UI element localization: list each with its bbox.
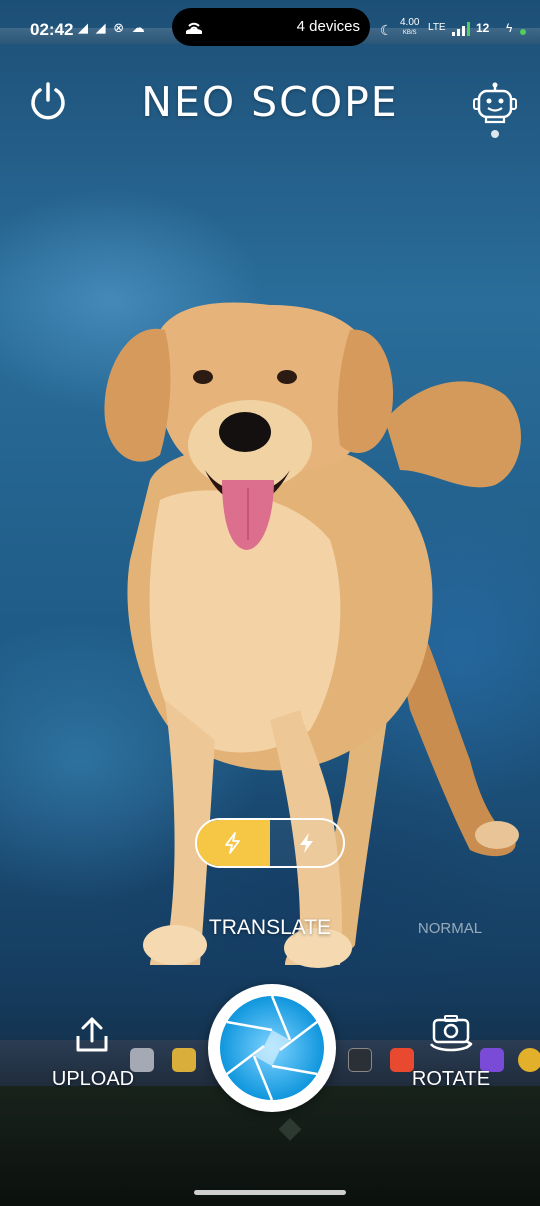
rotate-label: ROTATE — [411, 1068, 491, 1090]
upload-button[interactable]: UPLOAD — [48, 1012, 138, 1092]
charging-icon: ϟ — [506, 21, 513, 35]
status-time: 02:42 — [30, 20, 74, 39]
taskbar-app-icon — [518, 1048, 540, 1072]
connected-devices-text: 4 devices — [296, 18, 360, 35]
privacy-indicator — [520, 29, 526, 35]
battery-level: 12 — [476, 21, 490, 35]
rotate-camera-button[interactable]: ROTATE — [406, 1012, 496, 1092]
upload-label: UPLOAD — [51, 1068, 135, 1090]
home-indicator[interactable] — [194, 1190, 346, 1195]
app-title: NEO SCOPE — [141, 78, 399, 126]
mode-normal[interactable]: NORMAL — [400, 920, 500, 937]
status-bar: 02:42 ◢ ◢ ⊗ ☁ 4 devices ☾ 4.00 KB/S LTE … — [0, 0, 540, 58]
lightning-bolt-icon[interactable] — [297, 832, 317, 854]
shutter-button[interactable] — [208, 984, 336, 1112]
mode-translate[interactable]: TRANSLATE — [190, 916, 350, 940]
power-button[interactable] — [26, 80, 70, 124]
notification-icons: ◢ ◢ ⊗ ☁ — [78, 20, 147, 35]
hotspot-icon — [186, 22, 202, 34]
taskbar-app-icon — [348, 1048, 372, 1072]
aperture-icon — [220, 996, 324, 1100]
taskbar-app-icon — [172, 1048, 196, 1072]
lightning-bolt-icon — [225, 832, 240, 854]
signal-icon — [452, 22, 470, 36]
upload-icon — [76, 1017, 108, 1052]
robot-assistant-icon[interactable] — [472, 82, 518, 142]
switch-camera-icon — [429, 1015, 473, 1052]
network-speed: 4.00 KB/S — [400, 17, 420, 37]
monitor-logo-icon: ◆ — [278, 1111, 302, 1144]
flash-mode-toggle[interactable] — [195, 818, 345, 868]
network-type: LTE — [428, 22, 446, 33]
moon-icon: ☾ — [380, 22, 393, 38]
